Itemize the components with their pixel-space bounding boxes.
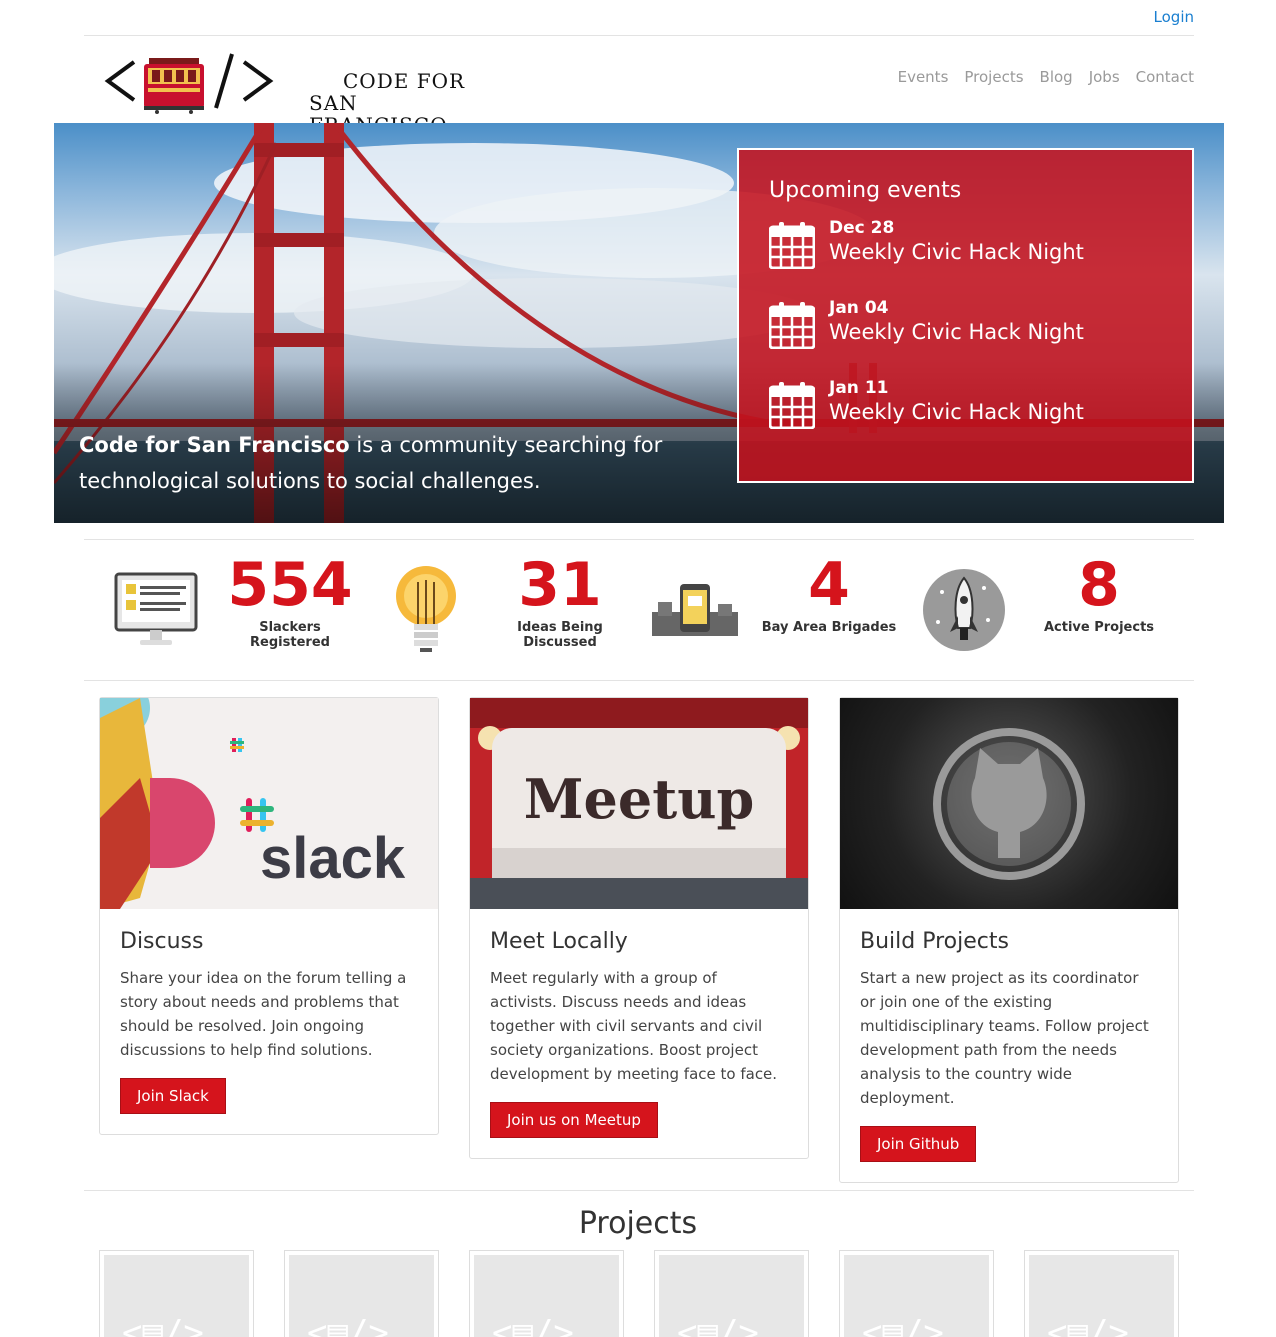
rocket-icon (923, 569, 1005, 651)
stat-label: Ideas Being Discussed (517, 620, 603, 650)
project-thumbnail[interactable]: <▤/> (839, 1250, 994, 1337)
city-phone-icon (652, 584, 738, 636)
events-title: Upcoming events (769, 178, 962, 203)
event-item[interactable]: Jan 11 Weekly Civic Hack Night (769, 377, 1162, 457)
upcoming-events-panel: Upcoming events Dec 28 Weekly Civic Hack… (737, 148, 1194, 483)
card-body: Build Projects Start a new project as it… (840, 909, 1178, 1182)
logo-line-1: CODE FOR (343, 69, 466, 93)
card-body: Discuss Share your idea on the forum tel… (100, 909, 438, 1134)
github-octocat-icon (933, 728, 1085, 880)
card-body: Meet Locally Meet regularly with a group… (470, 909, 808, 1158)
project-thumbnail[interactable]: <▤/> (654, 1250, 809, 1337)
tagline-bold: Code for San Francisco (79, 433, 350, 457)
slack-image: slack (100, 698, 438, 909)
nav-events[interactable]: Events (898, 68, 949, 86)
calendar-icon (769, 222, 815, 269)
hero-tagline: Code for San Francisco is a community se… (79, 427, 679, 499)
code-placeholder-icon: <▤/> (122, 1313, 204, 1337)
top-bar: Login (84, 0, 1194, 36)
card-discuss: slack Discuss Share your idea on the for… (99, 697, 439, 1135)
code-placeholder-icon: <▤/> (307, 1313, 389, 1337)
meetup-sign-image: Meetup (470, 698, 808, 909)
main-nav: Events Projects Blog Jobs Contact (898, 68, 1194, 86)
github-image (840, 698, 1178, 909)
lightbulb-icon (396, 566, 456, 652)
stat-slackers: 554 Slackers Registered (220, 550, 360, 650)
slack-image-text: slack (260, 826, 406, 891)
event-name[interactable]: Weekly Civic Hack Night (829, 239, 1084, 265)
project-thumbnail[interactable]: <▤/> (99, 1250, 254, 1337)
join-slack-button[interactable]: Join Slack (120, 1078, 226, 1114)
join-meetup-button[interactable]: Join us on Meetup (490, 1102, 658, 1138)
event-name[interactable]: Weekly Civic Hack Night (829, 399, 1084, 425)
card-text: Start a new project as its coordinator o… (860, 969, 1149, 1107)
card-title: Build Projects (860, 929, 1009, 954)
event-date: Jan 11 (829, 378, 889, 398)
stat-projects: 8 Active Projects (1029, 550, 1169, 635)
meetup-image-text: Meetup (524, 767, 754, 831)
stat-label: Bay Area Brigades (761, 620, 897, 635)
card-meet-locally: Meetup Meet Locally Meet regularly with … (469, 697, 809, 1159)
join-github-button[interactable]: Join Github (860, 1126, 977, 1162)
stat-label: Active Projects (1043, 620, 1155, 635)
calendar-icon (769, 302, 815, 349)
stat-value: 31 (518, 550, 602, 620)
card-text: Share your idea on the forum telling a s… (120, 969, 407, 1059)
stat-ideas: 31 Ideas Being Discussed (490, 550, 630, 650)
login-link[interactable]: Login (1154, 8, 1194, 26)
event-item[interactable]: Jan 04 Weekly Civic Hack Night (769, 297, 1162, 377)
stat-label: Slackers Registered (250, 620, 330, 650)
slack-logo-image: slack (100, 698, 406, 909)
calendar-icon (769, 382, 815, 429)
nav-projects[interactable]: Projects (964, 68, 1023, 86)
code-placeholder-icon: <▤/> (862, 1313, 944, 1337)
event-name[interactable]: Weekly Civic Hack Night (829, 319, 1084, 345)
code-placeholder-icon: <▤/> (677, 1313, 759, 1337)
code-placeholder-icon: <▤/> (492, 1313, 574, 1337)
code-placeholder-icon: <▤/> (1047, 1313, 1129, 1337)
stat-value: 554 (227, 550, 353, 620)
card-title: Meet Locally (490, 929, 628, 954)
stats-row: 554 Slackers Registered 31 Ideas Being D… (84, 539, 1194, 681)
card-title: Discuss (120, 929, 204, 954)
site-header: CODE FOR SAN FRANCISCO Events Projects B… (84, 36, 1194, 136)
project-thumbnail[interactable]: <▤/> (284, 1250, 439, 1337)
event-date: Jan 04 (829, 298, 889, 318)
projects-heading: Projects (578, 1206, 698, 1241)
stat-brigades: 4 Bay Area Brigades (759, 550, 899, 635)
meetup-image: Meetup (470, 698, 808, 909)
card-text: Meet regularly with a group of activists… (490, 969, 778, 1083)
hero-banner: Code for San Francisco is a community se… (54, 123, 1224, 523)
event-item[interactable]: Dec 28 Weekly Civic Hack Night (769, 217, 1162, 297)
nav-blog[interactable]: Blog (1040, 68, 1073, 86)
section-divider (84, 1190, 1194, 1191)
computer-icon (114, 572, 198, 645)
event-date: Dec 28 (829, 218, 895, 238)
nav-jobs[interactable]: Jobs (1089, 68, 1120, 86)
project-thumbnail[interactable]: <▤/> (1024, 1250, 1179, 1337)
site-logo[interactable]: CODE FOR SAN FRANCISCO (104, 48, 484, 136)
stat-value: 8 (1078, 550, 1120, 620)
nav-contact[interactable]: Contact (1136, 68, 1194, 86)
project-thumbnail[interactable]: <▤/> (469, 1250, 624, 1337)
stat-value: 4 (808, 550, 850, 620)
cable-car-logo-icon (104, 53, 274, 114)
card-build-projects: Build Projects Start a new project as it… (839, 697, 1179, 1183)
